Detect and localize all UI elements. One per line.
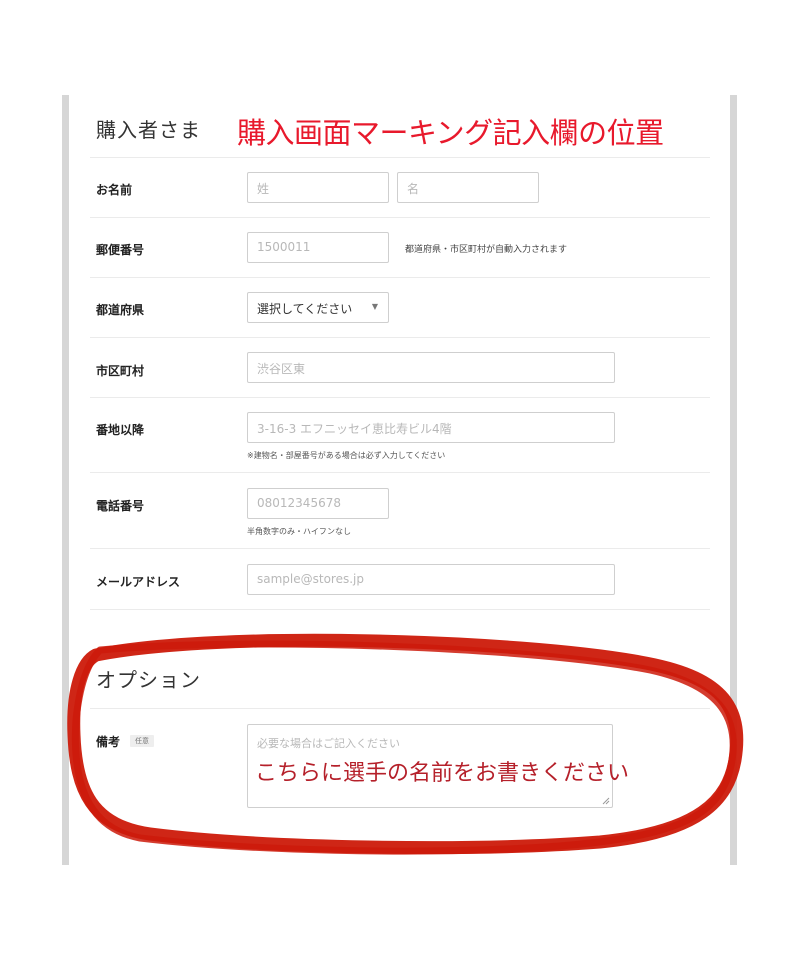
divider	[90, 397, 710, 398]
last-name-input[interactable]: 姓	[247, 172, 389, 203]
divider	[90, 337, 710, 338]
resize-handle-icon[interactable]	[602, 797, 610, 805]
phone-helper-text: 半角数字のみ・ハイフンなし	[247, 527, 351, 536]
first-name-input[interactable]: 名	[397, 172, 539, 203]
street-input[interactable]: 3-16-3 エフニッセイ恵比寿ビル4階	[247, 412, 615, 443]
street-helper-text: ※建物名・部屋番号がある場合は必ず入力してください	[247, 451, 446, 460]
name-label: お名前	[96, 183, 133, 197]
email-input[interactable]: sample@stores.jp	[247, 564, 615, 595]
phone-label: 電話番号	[96, 499, 145, 513]
street-label: 番地以降	[96, 423, 145, 437]
phone-input[interactable]: 08012345678	[247, 488, 389, 519]
city-input[interactable]: 渋谷区東	[247, 352, 615, 383]
divider	[90, 708, 710, 709]
postal-code-input[interactable]: 1500011	[247, 232, 389, 263]
divider	[90, 217, 710, 218]
option-section-title: オプション	[96, 668, 201, 692]
prefecture-selected-value: 選択してください	[257, 302, 353, 316]
email-label: メールアドレス	[96, 575, 181, 589]
divider	[90, 609, 710, 610]
prefecture-select[interactable]: 選択してください ▼	[247, 292, 389, 323]
optional-badge: 任意	[130, 735, 154, 747]
divider	[90, 472, 710, 473]
remarks-placeholder: 必要な場合はご記入ください	[257, 737, 400, 750]
player-name-note: こちらに選手の名前をお書きください	[255, 761, 630, 786]
remarks-label: 備考	[96, 735, 121, 749]
postal-autofill-note: 都道府県・市区町村が自動入力されます	[405, 245, 568, 255]
checkout-page: 購入者さま 購入画面マーキング記入欄の位置 お名前 姓 名 郵便番号 15000…	[0, 0, 800, 960]
divider	[90, 548, 710, 549]
city-label: 市区町村	[96, 364, 145, 378]
left-scroll-border	[62, 95, 69, 865]
chevron-down-icon: ▼	[371, 302, 378, 311]
buyer-section-title: 購入者さま	[96, 118, 201, 142]
divider	[90, 277, 710, 278]
marking-annotation-title: 購入画面マーキング記入欄の位置	[237, 116, 664, 150]
prefecture-label: 都道府県	[96, 303, 145, 317]
divider	[90, 157, 710, 158]
right-scroll-border	[730, 95, 737, 865]
postal-code-label: 郵便番号	[96, 243, 145, 257]
